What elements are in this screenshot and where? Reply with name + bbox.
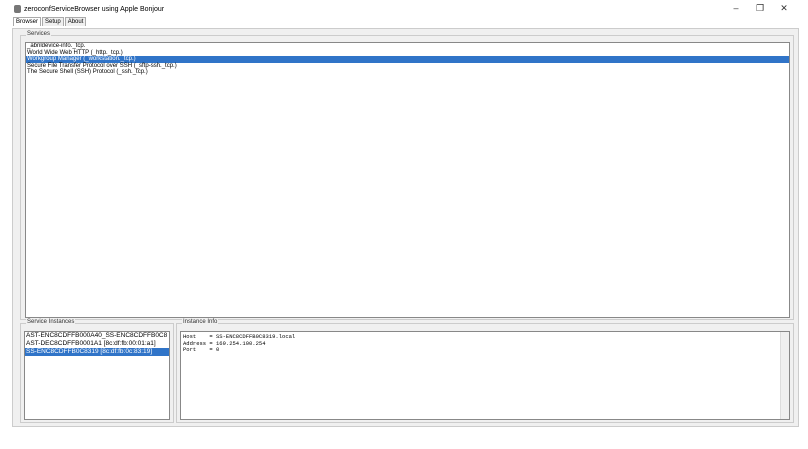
minimize-button[interactable]: – — [726, 3, 746, 13]
tab-bar: Browser Setup About — [13, 17, 87, 26]
service-list-item[interactable]: The Secure Shell (SSH) Protocol (_ssh._t… — [26, 69, 789, 76]
instance-list-item[interactable]: SS-ENC8CDFFB0C8319 [8c:df:fb:0c:83:19] — [25, 348, 169, 356]
instance-list-item[interactable]: AST-ENC8CDFFB000A40_SS-ENC8CDFFB0C8 — [25, 332, 169, 340]
instance-info-text[interactable]: Host = SS-ENC8CDFFB0C8319.local Address =… — [180, 331, 790, 420]
service-instances-label: Service Instances — [26, 319, 76, 325]
scrollbar[interactable] — [780, 332, 789, 419]
maximize-button[interactable]: ❐ — [750, 3, 770, 14]
instance-info-group: Instance Info Host = SS-ENC8CDFFB0C8319.… — [176, 319, 794, 423]
window-title: zeroconfServiceBrowser using Apple Bonjo… — [24, 6, 165, 13]
app-icon — [14, 5, 21, 13]
tab-setup[interactable]: Setup — [42, 17, 64, 26]
services-label: Services — [26, 31, 52, 37]
services-list[interactable]: _abnldevice-info._tcp. World Wide Web HTT… — [25, 42, 790, 318]
service-instances-group: Service Instances AST-ENC8CDFFB000A40_SS… — [20, 319, 174, 423]
instance-list-item[interactable]: AST-DEC8CDFFB0001A1 [8c:df:fb:00:01:a1] — [25, 340, 169, 348]
instance-info-label: Instance Info — [182, 319, 219, 325]
info-line: Port = 0 — [183, 346, 220, 353]
close-button[interactable]: ✕ — [774, 3, 794, 14]
service-instances-list[interactable]: AST-ENC8CDFFB000A40_SS-ENC8CDFFB0C8 AST-D… — [24, 331, 170, 420]
tab-browser[interactable]: Browser — [13, 17, 42, 26]
browser-panel: Services _abnldevice-info._tcp. World Wid… — [12, 28, 799, 427]
services-group: Services _abnldevice-info._tcp. World Wid… — [20, 31, 794, 320]
tab-about[interactable]: About — [64, 17, 87, 26]
